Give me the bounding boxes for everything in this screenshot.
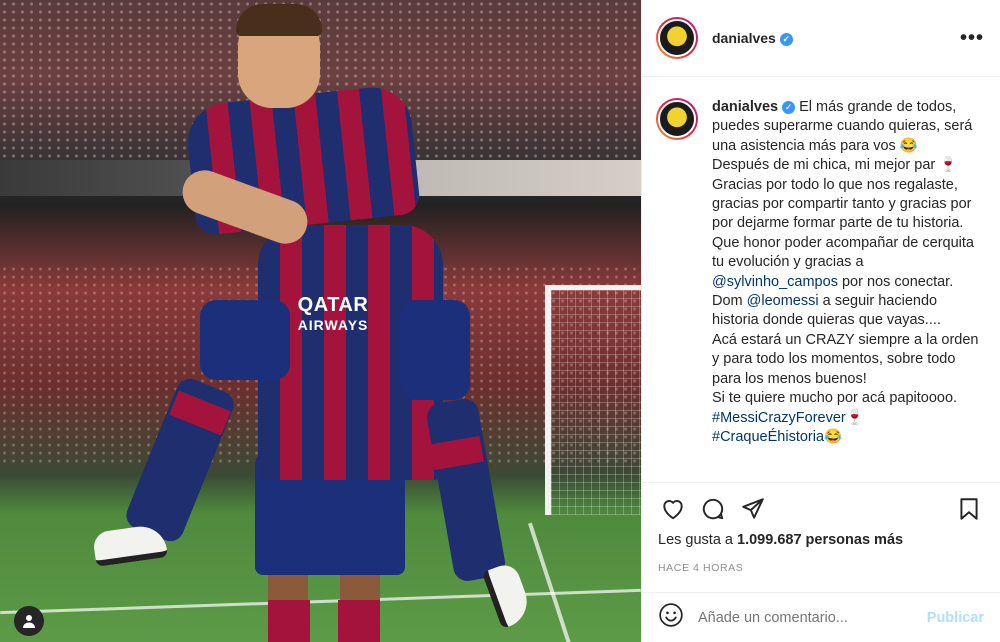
caption-area[interactable]: danialves ✓ El más grande de todos, puede… (642, 78, 1000, 482)
player-shorts (200, 300, 290, 380)
pitch-line (528, 522, 572, 642)
avatar[interactable] (656, 17, 698, 59)
caption-line: por nos conectar. (841, 273, 954, 290)
emoji-icon[interactable] (658, 602, 684, 633)
comment-box: Publicar (642, 592, 1000, 642)
sponsor-top: QATAR (297, 294, 369, 316)
pitch-line (0, 588, 641, 615)
action-icons (658, 483, 984, 535)
hashtag-link[interactable]: #MessiCrazyForever🍷 (712, 410, 864, 426)
caption-username[interactable]: danialves (712, 99, 778, 115)
mention-link[interactable]: @sylvinho_campos (712, 274, 838, 290)
header-username[interactable]: danialves ✓ (712, 30, 793, 46)
player-sock (268, 600, 310, 642)
comment-icon[interactable] (698, 494, 728, 524)
caption-line: Gracias por todo lo que nos regalaste, g… (712, 176, 972, 232)
goal-net (545, 285, 641, 515)
post-panel: danialves ✓ ••• danialves ✓ El más grande … (641, 0, 1000, 642)
likes-count[interactable]: Les gusta a 1.099.687 personas más (658, 532, 984, 548)
caption-avatar[interactable] (656, 98, 698, 140)
shirt-sponsor: QATAR AIRWAYS (278, 295, 388, 335)
mention-link[interactable]: @leomessi (747, 293, 819, 309)
player-sock (338, 600, 380, 642)
likes-number[interactable]: 1.099.687 personas más (737, 532, 903, 548)
caption-line: Si te quiere mucho por acá papitoooo. (712, 390, 958, 407)
user-icon[interactable] (14, 606, 44, 636)
publish-button[interactable]: Publicar (927, 610, 984, 626)
verified-icon: ✓ (782, 100, 796, 114)
sponsor-bottom: AIRWAYS (297, 317, 369, 333)
player-hair (236, 4, 322, 36)
caption-line: Acá estará un CRAZY siempre a la orden y… (712, 331, 979, 387)
bookmark-icon[interactable] (954, 494, 984, 524)
heart-icon[interactable] (658, 494, 688, 524)
verified-icon: ✓ (779, 32, 793, 46)
caption-line: Que honor poder acompañar de cerquita tu… (712, 234, 974, 271)
comment-input[interactable] (698, 609, 927, 626)
post-header: danialves ✓ ••• (642, 0, 1000, 77)
more-options-icon[interactable]: ••• (960, 27, 984, 50)
caption-line: Después de mi chica, mi mejor par 🍷 (712, 157, 958, 174)
caption-line: Dom (712, 293, 743, 310)
hashtag-link[interactable]: #CraqueÉhistoria😂 (712, 429, 842, 445)
post-photo[interactable]: QATAR AIRWAYS (0, 0, 641, 642)
post-actions: Les gusta a 1.099.687 personas más HACE … (642, 482, 1000, 592)
post-timestamp[interactable]: HACE 4 HORAS (658, 562, 984, 574)
share-icon[interactable] (738, 494, 768, 524)
player-shorts (400, 300, 470, 400)
caption-text: danialves ✓ El más grande de todos, puede… (712, 98, 984, 482)
